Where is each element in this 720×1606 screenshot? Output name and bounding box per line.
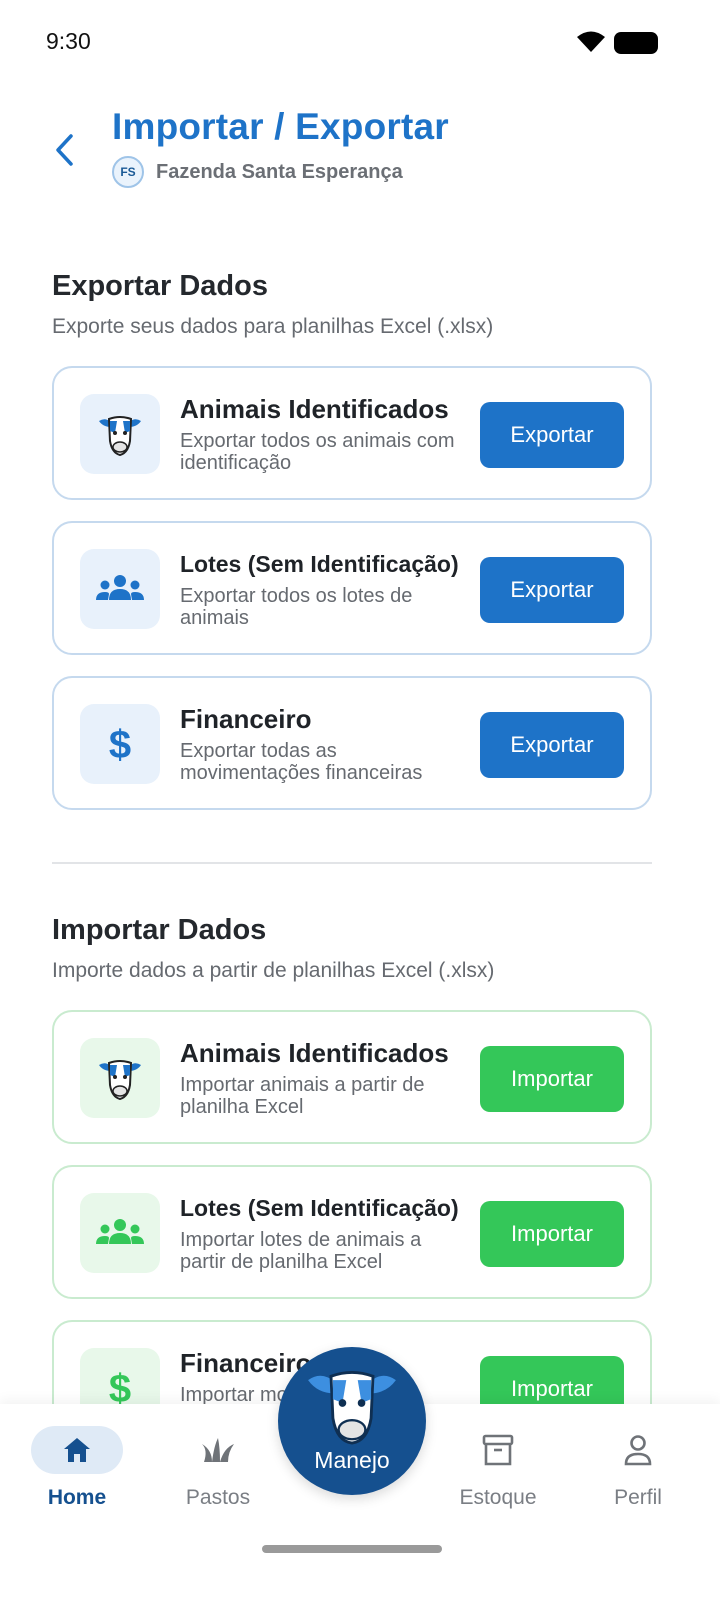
archive-icon xyxy=(482,1434,514,1466)
export-lots-button[interactable]: Exportar xyxy=(480,557,624,623)
page-title: Importar / Exportar xyxy=(112,106,449,147)
cow-icon xyxy=(80,394,160,474)
nav-label-perfil: Perfil xyxy=(614,1486,662,1509)
card-description: Exportar todos os animais com identifica… xyxy=(180,430,455,474)
manejo-fab-button[interactable]: Manejo xyxy=(278,1347,426,1495)
export-animals-card: Animais Identificados Exportar todos os … xyxy=(52,366,652,500)
nav-item-pastos[interactable]: Pastos xyxy=(172,1404,264,1528)
import-animals-card: Animais Identificados Importar animais a… xyxy=(52,1010,652,1144)
person-icon xyxy=(624,1435,652,1466)
nav-item-home[interactable]: Home xyxy=(31,1404,123,1528)
cow-icon xyxy=(80,1038,160,1118)
farm-name: Fazenda Santa Esperança xyxy=(156,161,403,183)
gesture-area xyxy=(0,1528,720,1606)
card-description: Importar animais a partir de planilha Ex… xyxy=(180,1074,425,1118)
section-divider xyxy=(52,862,652,864)
grass-icon xyxy=(202,1438,234,1462)
home-indicator[interactable] xyxy=(262,1545,442,1553)
group-icon xyxy=(80,1193,160,1273)
card-title: Animais Identificados xyxy=(180,394,449,424)
import-section-title: Importar Dados xyxy=(52,914,267,946)
dollar-icon: $ xyxy=(80,704,160,784)
export-section-title: Exportar Dados xyxy=(52,270,268,302)
export-section-subtitle: Exporte seus dados para planilhas Excel … xyxy=(52,315,494,338)
card-title: Financeiro xyxy=(180,1348,312,1378)
export-financial-card: $ Financeiro Exportar todas as movimenta… xyxy=(52,676,652,810)
page-header: Importar / Exportar FS Fazenda Santa Esp… xyxy=(0,100,720,200)
nav-item-perfil[interactable]: Perfil xyxy=(592,1404,684,1528)
fab-label: Manejo xyxy=(314,1447,390,1473)
nav-label-estoque: Estoque xyxy=(459,1486,537,1509)
nav-item-estoque[interactable]: Estoque xyxy=(452,1404,544,1528)
export-animals-button[interactable]: Exportar xyxy=(480,402,624,468)
import-lots-card: Lotes (Sem Identificação) Importar lotes… xyxy=(52,1165,652,1299)
card-title: Animais Identificados xyxy=(180,1038,449,1068)
nav-label-home: Home xyxy=(47,1486,107,1509)
svg-text:$: $ xyxy=(109,723,131,766)
card-description: Exportar todos os lotes de animais xyxy=(180,585,413,629)
export-lots-card: Lotes (Sem Identificação) Exportar todos… xyxy=(52,521,652,655)
status-time: 9:30 xyxy=(46,28,91,54)
card-description: Exportar todas as movimentações financei… xyxy=(180,740,423,784)
back-button[interactable] xyxy=(44,130,84,170)
home-icon xyxy=(64,1438,90,1462)
import-animals-button[interactable]: Importar xyxy=(480,1046,624,1112)
card-title: Lotes (Sem Identificação) xyxy=(180,551,459,577)
import-section-subtitle: Importe dados a partir de planilhas Exce… xyxy=(52,959,495,982)
farm-avatar: FS xyxy=(112,156,144,188)
cow-icon xyxy=(308,1371,396,1445)
card-description: Importar lotes de animais a partir de pl… xyxy=(180,1229,422,1273)
card-title: Lotes (Sem Identificação) xyxy=(180,1195,459,1221)
chevron-left-icon xyxy=(56,134,73,166)
group-icon xyxy=(80,549,160,629)
export-financial-button[interactable]: Exportar xyxy=(480,712,624,778)
import-lots-button[interactable]: Importar xyxy=(480,1201,624,1267)
wifi-icon xyxy=(576,30,606,59)
card-title: Financeiro xyxy=(180,704,312,734)
nav-label-pastos: Pastos xyxy=(185,1486,251,1509)
status-bar: 9:30 xyxy=(0,0,720,86)
battery-icon xyxy=(614,32,658,54)
